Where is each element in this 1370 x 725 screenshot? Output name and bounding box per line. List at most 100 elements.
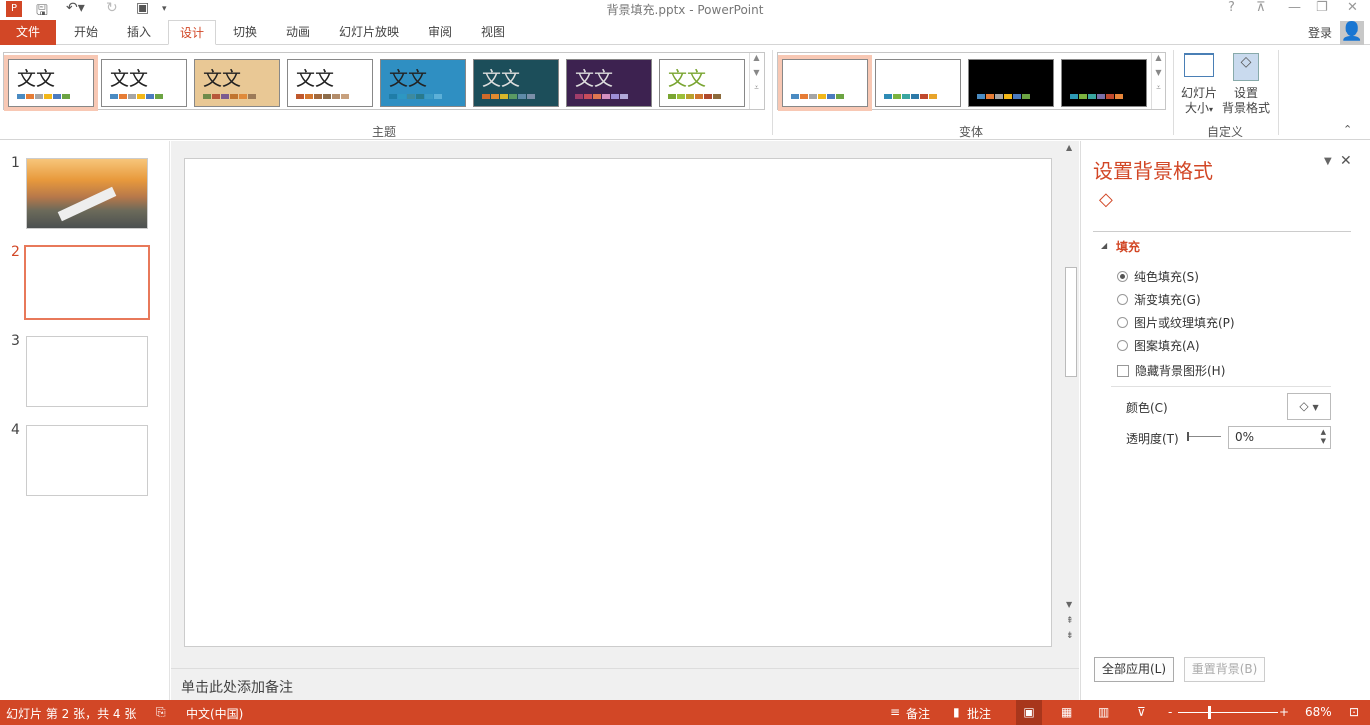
color-swatch <box>800 94 808 99</box>
more-icon[interactable]: ⩡ <box>1152 83 1165 93</box>
radio-icon <box>1117 317 1128 328</box>
tab-review[interactable]: 审阅 <box>416 20 464 45</box>
transparency-input[interactable]: 0% ▲ ▼ <box>1228 426 1331 449</box>
sign-in-link[interactable]: 登录 <box>1308 24 1332 41</box>
format-background-button[interactable]: ◇ 设置 背景格式 <box>1220 51 1272 119</box>
theme-option[interactable]: 文文 <box>194 59 280 107</box>
transparency-label: 透明度(T) <box>1126 432 1179 446</box>
scroll-down-icon[interactable]: ▼ <box>1066 600 1072 609</box>
theme-option[interactable]: 文文 <box>380 59 466 107</box>
variants-scroll[interactable]: ▲ ▼ ⩡ <box>1151 53 1165 109</box>
reading-view-icon[interactable]: ▥ <box>1098 705 1109 719</box>
color-swatch <box>791 94 799 99</box>
reset-background-button[interactable]: 重置背景(B) <box>1184 657 1265 682</box>
picture-texture-fill-radio[interactable]: 图片或纹理填充(P) <box>1117 314 1235 331</box>
notes-area[interactable]: 单击此处添加备注 <box>171 668 1079 700</box>
theme-option[interactable]: 文文 <box>566 59 652 107</box>
pane-options-icon[interactable]: ▼ <box>1324 156 1332 167</box>
themes-scroll[interactable]: ▲ ▼ ⩡ <box>749 53 763 109</box>
hide-background-graphics-checkbox[interactable]: 隐藏背景图形(H) <box>1117 362 1225 379</box>
language-indicator[interactable]: 中文(中国) <box>186 705 243 722</box>
variant-option[interactable] <box>875 59 961 107</box>
zoom-out-icon[interactable]: - <box>1168 705 1172 719</box>
fill-section-header[interactable]: 填充 <box>1116 238 1140 255</box>
slider-handle[interactable] <box>1187 432 1189 441</box>
color-swatch <box>986 94 994 99</box>
radio-label: 纯色填充(S) <box>1134 270 1199 284</box>
theme-option[interactable]: 文文 <box>659 59 745 107</box>
gradient-fill-radio[interactable]: 渐变填充(G) <box>1117 291 1201 308</box>
slide-sorter-icon[interactable]: ▦ <box>1061 705 1072 719</box>
variant-option[interactable] <box>968 59 1054 107</box>
collapse-triangle-icon[interactable]: ◢ <box>1101 241 1107 250</box>
slide-thumbnail-3[interactable] <box>26 336 148 407</box>
more-icon[interactable]: ⩡ <box>750 83 763 93</box>
slide-size-label: 幻灯片 <box>1180 86 1217 100</box>
apply-to-all-button[interactable]: 全部应用(L) <box>1094 657 1174 682</box>
restore-button[interactable]: ❐ <box>1316 0 1328 15</box>
normal-view-icon[interactable]: ▣ <box>1016 700 1042 725</box>
pane-close-icon[interactable]: ✕ <box>1340 153 1352 169</box>
tab-slideshow[interactable]: 幻灯片放映 <box>330 20 408 45</box>
theme-option[interactable]: 文文 <box>101 59 187 107</box>
next-slide-icon[interactable]: ⇟ <box>1066 631 1074 641</box>
zoom-in-icon[interactable]: + <box>1279 705 1289 719</box>
avatar[interactable]: 👤 <box>1340 21 1364 45</box>
comments-button[interactable]: 批注 <box>967 705 991 722</box>
comments-icon[interactable]: ▮ <box>953 705 960 719</box>
pattern-fill-radio[interactable]: 图案填充(A) <box>1117 337 1200 354</box>
radio-label: 图片或纹理填充(P) <box>1134 316 1235 330</box>
group-divider <box>772 50 773 135</box>
solid-fill-radio[interactable]: 纯色填充(S) <box>1117 268 1199 285</box>
spinner-icon[interactable]: ▲ ▼ <box>1321 428 1326 446</box>
tab-animations[interactable]: 动画 <box>274 20 322 45</box>
color-swatch <box>893 94 901 99</box>
ribbon-display-options-button[interactable]: ⊼ <box>1256 0 1266 15</box>
slide-position: 幻灯片 第 2 张，共 4 张 <box>6 707 137 721</box>
slideshow-icon[interactable]: ⊽ <box>1137 705 1146 719</box>
notes-button[interactable]: 备注 <box>906 705 930 722</box>
zoom-level[interactable]: 68% <box>1305 705 1332 719</box>
theme-option[interactable]: 文文 <box>473 59 559 107</box>
previous-slide-icon[interactable]: ⇞ <box>1066 616 1074 626</box>
help-button[interactable]: ? <box>1228 0 1235 15</box>
slide-thumbnail-4[interactable] <box>26 425 148 496</box>
slide-number: 4 <box>11 422 20 438</box>
spell-check-icon[interactable]: ⎘ <box>156 705 166 720</box>
notes-icon[interactable]: ≡ <box>890 705 900 719</box>
slide-thumbnail-1[interactable] <box>26 158 148 229</box>
zoom-slider[interactable] <box>1178 712 1278 713</box>
color-swatch <box>146 94 154 99</box>
vertical-scrollbar[interactable]: ▲ ▼ ⇞ ⇟ <box>1063 141 1079 668</box>
fill-tab-icon[interactable]: ◇ <box>1099 189 1113 210</box>
color-picker-button[interactable]: ◇ ▼ <box>1287 393 1331 420</box>
scroll-up-icon[interactable]: ▲ <box>750 53 763 62</box>
color-swatch <box>491 94 499 99</box>
scroll-up-icon[interactable]: ▲ <box>1152 53 1165 62</box>
scrollbar-thumb[interactable] <box>1065 267 1077 377</box>
tab-file[interactable]: 文件 <box>0 20 56 45</box>
slide-thumbnail-2[interactable] <box>24 245 150 320</box>
color-swatch <box>584 94 592 99</box>
minimize-button[interactable]: — <box>1288 0 1301 15</box>
tab-home[interactable]: 开始 <box>62 20 110 45</box>
variant-option[interactable] <box>1061 59 1147 107</box>
zoom-slider-handle[interactable] <box>1208 706 1211 719</box>
close-button[interactable]: ✕ <box>1347 0 1358 15</box>
slide-canvas[interactable] <box>184 158 1052 647</box>
tab-design[interactable]: 设计 <box>168 20 216 45</box>
theme-option[interactable]: 文文 <box>287 59 373 107</box>
transparency-slider[interactable] <box>1187 432 1221 441</box>
color-swatches <box>17 94 70 99</box>
tab-transitions[interactable]: 切换 <box>221 20 269 45</box>
scroll-up-icon[interactable]: ▲ <box>1066 143 1072 152</box>
variant-option[interactable] <box>778 55 872 111</box>
slide-size-button[interactable]: 幻灯片 大小▾ <box>1178 51 1220 119</box>
tab-insert[interactable]: 插入 <box>115 20 163 45</box>
theme-option[interactable]: 文文 <box>4 55 98 111</box>
scroll-down-icon[interactable]: ▼ <box>1152 68 1165 77</box>
collapse-ribbon-icon[interactable]: ⌃ <box>1343 123 1352 136</box>
tab-view[interactable]: 视图 <box>469 20 517 45</box>
scroll-down-icon[interactable]: ▼ <box>750 68 763 77</box>
fit-to-window-icon[interactable]: ⊡ <box>1349 705 1359 719</box>
